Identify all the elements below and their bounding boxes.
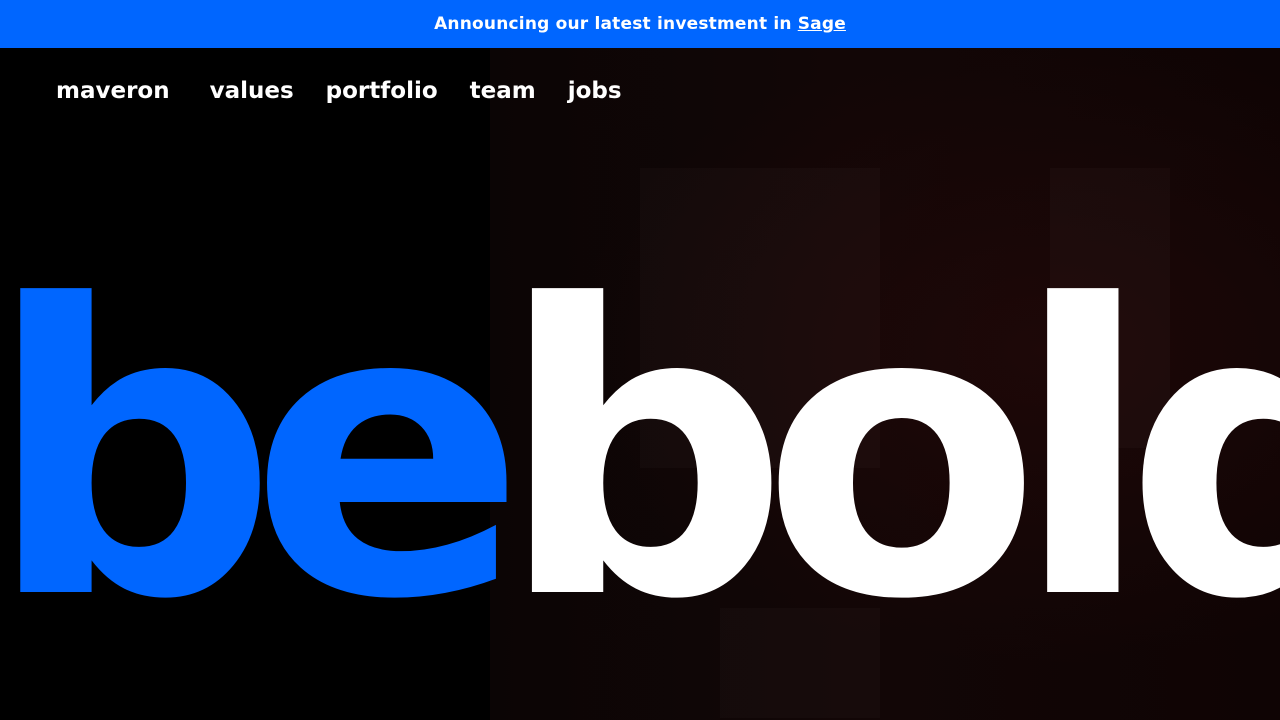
nav-link-team[interactable]: team [470,78,536,104]
logo[interactable]: maveron [56,78,170,104]
nav-link-values[interactable]: values [210,78,294,104]
hero-headline: bebold [0,255,1280,655]
nav-link-jobs[interactable]: jobs [568,78,622,104]
page: Announcing our latest investment in Sage… [0,0,1280,720]
hero-word-be: be [0,222,526,687]
announcement-text: Announcing our latest investment in [434,14,792,34]
hero-word-bold: bold [497,222,1280,687]
announcement-banner: Announcing our latest investment in Sage [0,0,1280,48]
announcement-link[interactable]: Sage [798,14,846,34]
nav-link-portfolio[interactable]: portfolio [326,78,438,104]
main-nav: maveron values portfolio team jobs [56,78,622,104]
